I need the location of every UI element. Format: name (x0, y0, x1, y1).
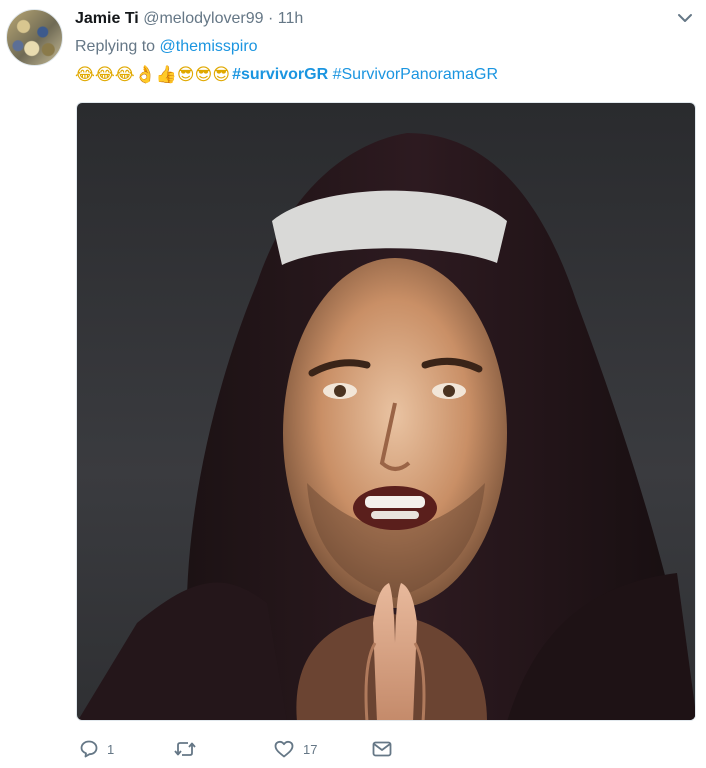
tweet-image[interactable] (76, 102, 696, 721)
like-count: 17 (303, 741, 318, 757)
tweet-header: Jamie Ti @melodylover99 · 11h (75, 9, 303, 29)
timestamp[interactable]: 11h (278, 10, 304, 27)
direct-message-button[interactable] (371, 737, 393, 761)
reply-to-link[interactable]: @themisspiro (160, 38, 258, 55)
tweet-text: 😂😂😂👌👍😎😎😎 #survivorGR #SurvivorPanoramaGR (75, 64, 498, 86)
chevron-down-icon[interactable] (675, 10, 695, 26)
tweet-actions: 1 17 (75, 737, 405, 761)
hashtag-survivorpanoramagr[interactable]: #SurvivorPanoramaGR (333, 64, 498, 86)
retweet-icon (173, 739, 197, 759)
separator-dot: · (267, 10, 274, 27)
heart-icon (273, 739, 295, 759)
reply-prefix: Replying to (75, 38, 156, 55)
reply-context: Replying to @themisspiro (75, 37, 258, 57)
display-name[interactable]: Jamie Ti (75, 10, 139, 27)
envelope-icon (371, 739, 393, 759)
reply-button[interactable]: 1 (79, 737, 114, 761)
user-handle[interactable]: @melodylover99 (143, 10, 263, 27)
emoji-sequence: 😂😂😂👌👍😎😎😎 (75, 65, 231, 85)
retweet-button[interactable] (173, 737, 205, 761)
avatar[interactable] (6, 9, 63, 66)
reply-icon (79, 739, 99, 759)
like-button[interactable]: 17 (273, 737, 317, 761)
reply-count: 1 (107, 741, 115, 757)
hashtag-survivorgr[interactable]: #survivorGR (232, 64, 328, 86)
nun-photo-illustration (78, 133, 695, 720)
